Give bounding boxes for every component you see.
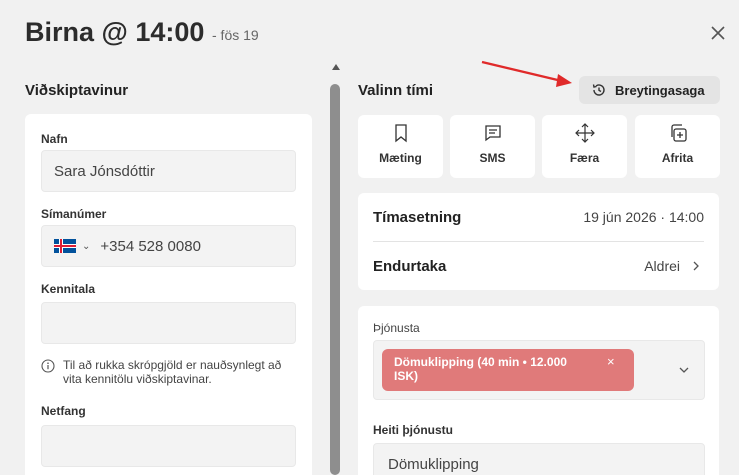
action-sms-button[interactable]: SMS — [450, 115, 535, 178]
name-value: Sara Jónsdóttir — [54, 162, 155, 180]
bookmark-icon — [394, 124, 407, 143]
service-chip-text: Dömuklipping (40 min • 12.000 ISK) — [394, 355, 567, 383]
country-chevron-down-icon[interactable]: ⌄ — [82, 241, 90, 252]
phone-label: Símanúmer — [41, 207, 107, 221]
repeat-value: Aldrei — [644, 258, 680, 274]
repeat-label: Endurtaka — [373, 257, 447, 275]
action-sms-label: SMS — [479, 151, 506, 165]
action-attendance-button[interactable]: Mæting — [358, 115, 443, 178]
customer-panel: Viðskiptavinur Nafn Sara Jónsdóttir Síma… — [0, 62, 325, 475]
repeat-value-wrap: Aldrei — [644, 258, 704, 274]
action-move-label: Færa — [569, 151, 600, 165]
time-value: 19 jún 2026 · 14:00 — [583, 209, 704, 225]
dialog-header: Birna @ 14:00 - fös 19 — [0, 0, 739, 62]
time-label: Tímasetning — [373, 208, 462, 226]
history-button[interactable]: Breytingasaga — [579, 76, 720, 104]
dialog-title: Birna @ 14:00 — [25, 17, 205, 47]
remove-service-close-icon[interactable]: × — [607, 354, 615, 369]
customer-section-title: Viðskiptavinur — [25, 82, 129, 99]
info-icon — [41, 359, 55, 373]
service-card: Þjónusta Dömuklipping (40 min • 12.000 I… — [358, 306, 719, 475]
repeat-row[interactable]: Endurtaka Aldrei — [373, 242, 704, 290]
time-row[interactable]: Tímasetning 19 jún 2026 · 14:00 — [373, 193, 704, 241]
name-label: Nafn — [41, 132, 68, 146]
scrollbar-thumb[interactable] — [330, 84, 340, 475]
email-field[interactable] — [41, 425, 296, 467]
chevron-right-icon — [693, 261, 699, 271]
action-copy-label: Afrita — [661, 151, 694, 165]
history-icon — [592, 84, 605, 96]
appointment-panel: Valinn tími Breytingasaga Mæting SMS Fær… — [342, 62, 739, 475]
scroll-up-arrow-icon[interactable] — [332, 64, 340, 70]
service-name-value: Dömuklipping — [388, 455, 479, 473]
iceland-flag-icon[interactable] — [54, 239, 76, 253]
service-name-field[interactable]: Dömuklipping — [373, 443, 705, 475]
chevron-down-icon[interactable] — [677, 363, 691, 377]
history-button-label: Breytingasaga — [615, 82, 705, 98]
move-icon — [574, 123, 595, 143]
service-label: Þjónusta — [373, 321, 420, 335]
phone-value: +354 528 0080 — [100, 237, 201, 255]
action-attendance-label: Mæting — [379, 151, 422, 165]
kennitala-info: Til að rukka skrópgjöld er nauðsynlegt a… — [41, 358, 301, 386]
kennitala-field[interactable] — [41, 302, 296, 344]
service-chip: Dömuklipping (40 min • 12.000 ISK) — [382, 349, 634, 391]
service-name-label: Heiti þjónustu — [373, 423, 453, 437]
action-copy-button[interactable]: Afrita — [635, 115, 720, 178]
message-icon — [484, 125, 501, 142]
appointment-section-title: Valinn tími — [358, 82, 434, 99]
time-card: Tímasetning 19 jún 2026 · 14:00 Endurtak… — [358, 193, 719, 290]
phone-field[interactable]: ⌄ +354 528 0080 — [41, 225, 296, 267]
annotation-arrow-icon — [481, 60, 572, 87]
dialog-subtitle-date: - fös 19 — [212, 27, 259, 43]
name-field[interactable]: Sara Jónsdóttir — [41, 150, 296, 192]
customer-card: Nafn Sara Jónsdóttir Símanúmer ⌄ +354 52… — [25, 114, 312, 475]
action-move-button[interactable]: Færa — [542, 115, 627, 178]
close-icon — [711, 26, 725, 40]
copy-icon — [670, 124, 687, 142]
email-label: Netfang — [41, 404, 86, 418]
kennitala-info-text: Til að rukka skrópgjöld er nauðsynlegt a… — [63, 358, 282, 386]
service-select[interactable]: Dömuklipping (40 min • 12.000 ISK) × — [373, 340, 705, 400]
close-button[interactable] — [706, 21, 730, 45]
kennitala-label: Kennitala — [41, 282, 96, 296]
